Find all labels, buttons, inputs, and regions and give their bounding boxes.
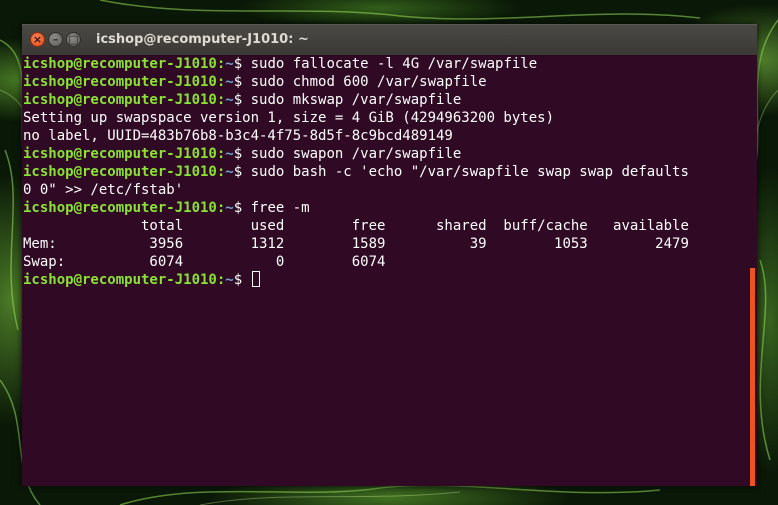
prompt-user: icshop@recomputer-J1010:: [23, 272, 226, 288]
prompt-user: icshop@recomputer-J1010:: [23, 200, 226, 216]
output-line: 0 0" >> /etc/fstab': [23, 182, 184, 198]
prompt-line: icshop@recomputer-J1010:~$ sudo chmod 60…: [23, 73, 487, 91]
prompt-path: ~: [225, 146, 234, 162]
title-bar[interactable]: × – □ icshop@recomputer-J1010: ~: [22, 24, 757, 55]
terminal-window: × – □ icshop@recomputer-J1010: ~ icshop@…: [22, 24, 757, 486]
prompt-line: icshop@recomputer-J1010:~$ sudo bash -c …: [23, 163, 689, 181]
close-button[interactable]: ×: [30, 32, 45, 47]
prompt-user: icshop@recomputer-J1010:: [23, 56, 226, 72]
prompt-path: ~: [225, 74, 234, 90]
window-title: icshop@recomputer-J1010: ~: [96, 32, 309, 47]
prompt-path: ~: [225, 164, 234, 180]
command-text: $: [233, 272, 251, 288]
command-text: $ sudo bash -c 'echo "/var/swapfile swap…: [233, 164, 689, 180]
prompt-line: icshop@recomputer-J1010:~$: [23, 271, 260, 289]
prompt-user: icshop@recomputer-J1010:: [23, 146, 226, 162]
prompt-line: icshop@recomputer-J1010:~$ sudo swapon /…: [23, 145, 461, 163]
output-line: total used free shared buff/cache availa…: [23, 218, 689, 234]
prompt-line: icshop@recomputer-J1010:~$ sudo fallocat…: [23, 55, 537, 73]
output-line: no label, UUID=483b76b8-b3c4-4f75-8d5f-8…: [23, 128, 453, 144]
prompt-user: icshop@recomputer-J1010:: [23, 164, 226, 180]
scrollbar[interactable]: [750, 268, 755, 486]
command-text: $ sudo fallocate -l 4G /var/swapfile: [233, 56, 538, 72]
command-text: $ sudo swapon /var/swapfile: [233, 146, 462, 162]
terminal-content[interactable]: icshop@recomputer-J1010:~$ sudo fallocat…: [22, 55, 757, 486]
output-line: Setting up swapspace version 1, size = 4…: [23, 110, 555, 126]
output-line: Mem: 3956 1312 1589 39 1053 2479: [23, 236, 689, 252]
minimize-button[interactable]: –: [48, 32, 63, 47]
prompt-path: ~: [225, 272, 234, 288]
prompt-path: ~: [225, 200, 234, 216]
prompt-line: icshop@recomputer-J1010:~$ sudo mkswap /…: [23, 91, 461, 109]
maximize-button[interactable]: □: [66, 32, 81, 47]
output-line: Swap: 6074 0 6074: [23, 254, 386, 270]
prompt-path: ~: [225, 92, 234, 108]
command-text: $ sudo mkswap /var/swapfile: [233, 92, 462, 108]
text-cursor: [251, 271, 260, 287]
command-text: $ sudo chmod 600 /var/swapfile: [233, 74, 487, 90]
prompt-path: ~: [225, 56, 234, 72]
prompt-user: icshop@recomputer-J1010:: [23, 74, 226, 90]
prompt-user: icshop@recomputer-J1010:: [23, 92, 226, 108]
prompt-line: icshop@recomputer-J1010:~$ free -m: [23, 199, 310, 217]
command-text: $ free -m: [233, 200, 310, 216]
